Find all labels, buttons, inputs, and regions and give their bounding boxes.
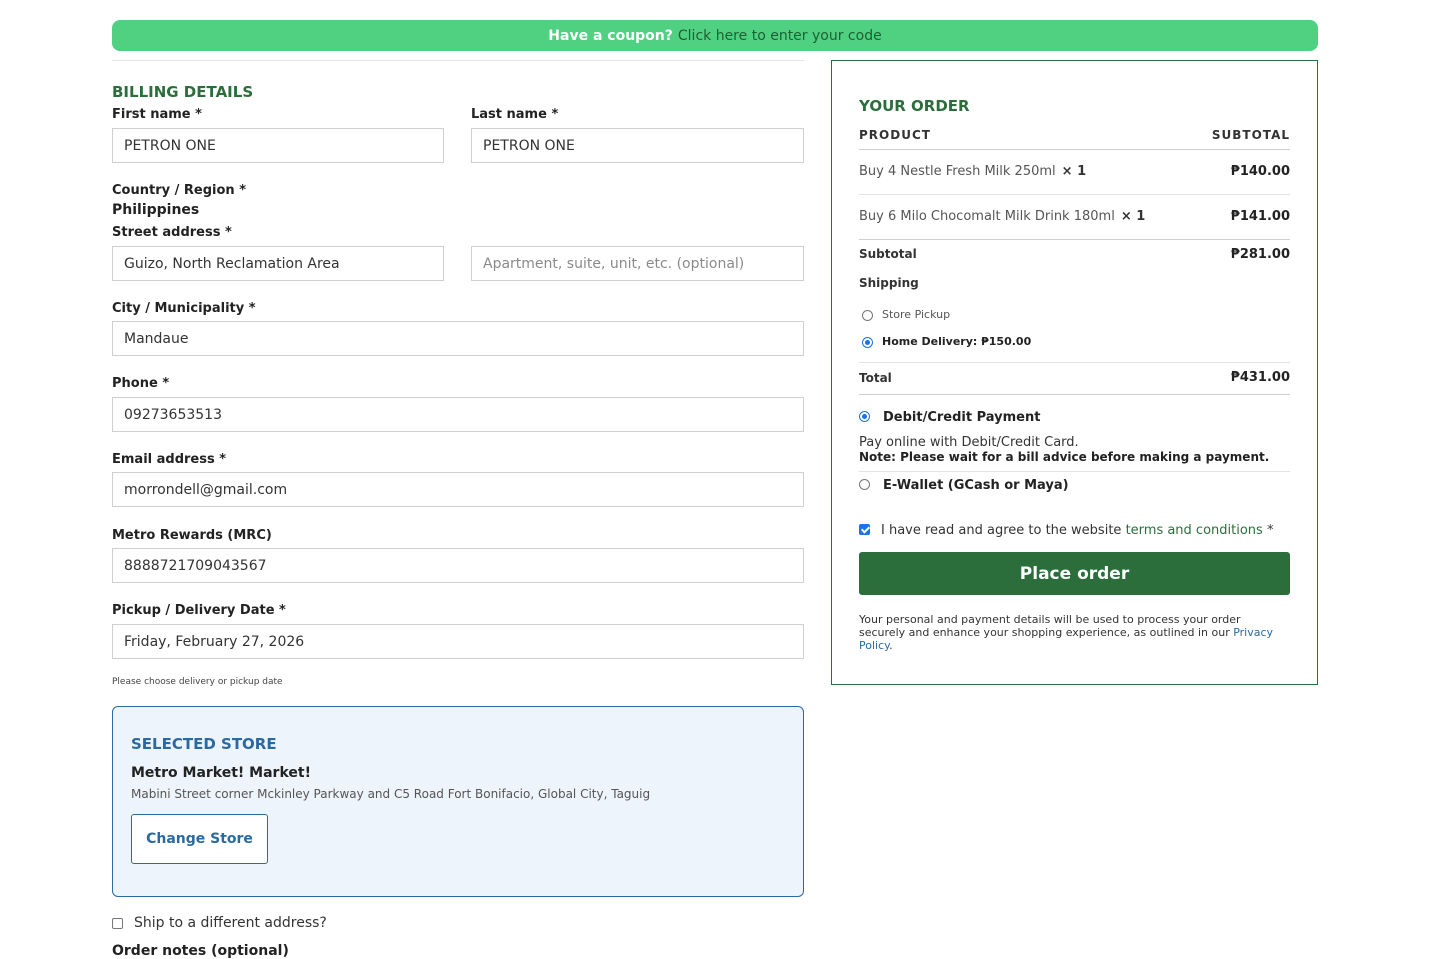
first-name-label: First name * <box>112 107 202 122</box>
subtotal-column-header: SUBTOTAL <box>1211 128 1290 142</box>
place-order-button[interactable]: Place order <box>859 552 1290 595</box>
total-label: Total <box>859 371 892 385</box>
apartment-field[interactable]: Apartment, suite, unit, etc. (optional) <box>471 246 804 281</box>
email-label: Email address * <box>112 452 227 467</box>
subtotal-value: ₱281.00 <box>1230 247 1290 262</box>
debit-credit-label[interactable]: Debit/Credit Payment <box>883 410 1040 425</box>
phone-label: Phone * <box>112 376 170 391</box>
payment-description: Pay online with Debit/Credit Card. <box>859 435 1079 450</box>
first-name-field[interactable]: PETRON ONE <box>112 128 444 163</box>
product-column-header: PRODUCT <box>859 128 931 142</box>
ewallet-label[interactable]: E-Wallet (GCash or Maya) <box>883 478 1069 493</box>
mrc-label: Metro Rewards (MRC) <box>112 528 272 543</box>
divider <box>859 194 1290 195</box>
last-name-field[interactable]: PETRON ONE <box>471 128 804 163</box>
mrc-field[interactable]: 8888721709043567 <box>112 548 804 583</box>
divider <box>859 239 1290 240</box>
order-title: YOUR ORDER <box>859 97 970 115</box>
coupon-bar: Have a coupon? Click here to enter your … <box>112 20 1318 51</box>
payment-note: Note: Please wait for a bill advice befo… <box>859 450 1270 464</box>
street-label: Street address * <box>112 225 232 240</box>
home-delivery-radio[interactable] <box>862 337 873 348</box>
order-notes-label: Order notes (optional) <box>112 943 289 959</box>
date-label: Pickup / Delivery Date * <box>112 603 286 618</box>
selected-store-box: SELECTED STORE Metro Market! Market! Mab… <box>112 706 804 897</box>
store-title: SELECTED STORE <box>131 735 277 753</box>
store-pickup-radio[interactable] <box>862 310 873 321</box>
store-pickup-label[interactable]: Store Pickup <box>882 308 950 321</box>
total-value: ₱431.00 <box>1230 370 1290 385</box>
divider <box>859 149 1290 150</box>
privacy-notice: Your personal and payment details will b… <box>859 613 1274 652</box>
terms-link[interactable]: terms and conditions <box>1126 523 1263 538</box>
order-summary-panel: YOUR ORDER PRODUCT SUBTOTAL Buy 4 Nestle… <box>831 60 1318 685</box>
store-address: Mabini Street corner Mckinley Parkway an… <box>131 787 651 801</box>
ship-different-checkbox[interactable] <box>112 918 123 929</box>
country-value: Philippines <box>112 202 200 218</box>
subtotal-label: Subtotal <box>859 247 917 261</box>
shipping-label: Shipping <box>859 276 919 290</box>
date-field[interactable]: Friday, February 27, 2026 <box>112 624 804 659</box>
city-label: City / Municipality * <box>112 301 256 316</box>
debit-credit-radio[interactable] <box>859 411 870 422</box>
coupon-question: Have a coupon? <box>548 27 673 44</box>
country-label: Country / Region * <box>112 183 246 198</box>
email-field[interactable]: morrondell@gmail.com <box>112 472 804 507</box>
billing-title: BILLING DETAILS <box>112 83 254 101</box>
terms-checkbox[interactable] <box>859 524 870 535</box>
store-name: Metro Market! Market! <box>131 765 311 781</box>
divider <box>859 394 1290 395</box>
order-item: Buy 6 Milo Chocomalt Milk Drink 180ml × 1 <box>859 209 1146 224</box>
phone-field[interactable]: 09273653513 <box>112 397 804 432</box>
city-field[interactable]: Mandaue <box>112 321 804 356</box>
divider <box>859 471 1290 472</box>
change-store-button[interactable]: Change Store <box>131 814 268 864</box>
order-item-price: ₱141.00 <box>1230 209 1290 224</box>
order-item-price: ₱140.00 <box>1230 164 1290 179</box>
divider <box>112 60 804 61</box>
ewallet-radio[interactable] <box>859 479 870 490</box>
street-address-field[interactable]: Guizo, North Reclamation Area <box>112 246 444 281</box>
divider <box>859 362 1290 363</box>
order-item: Buy 4 Nestle Fresh Milk 250ml × 1 <box>859 164 1087 179</box>
terms-label: I have read and agree to the website ter… <box>881 523 1274 538</box>
date-hint: Please choose delivery or pickup date <box>112 677 283 687</box>
home-delivery-label[interactable]: Home Delivery: ₱150.00 <box>882 335 1031 348</box>
ship-different-label[interactable]: Ship to a different address? <box>134 915 327 931</box>
last-name-label: Last name * <box>471 107 559 122</box>
coupon-link[interactable]: Click here to enter your code <box>678 28 882 44</box>
